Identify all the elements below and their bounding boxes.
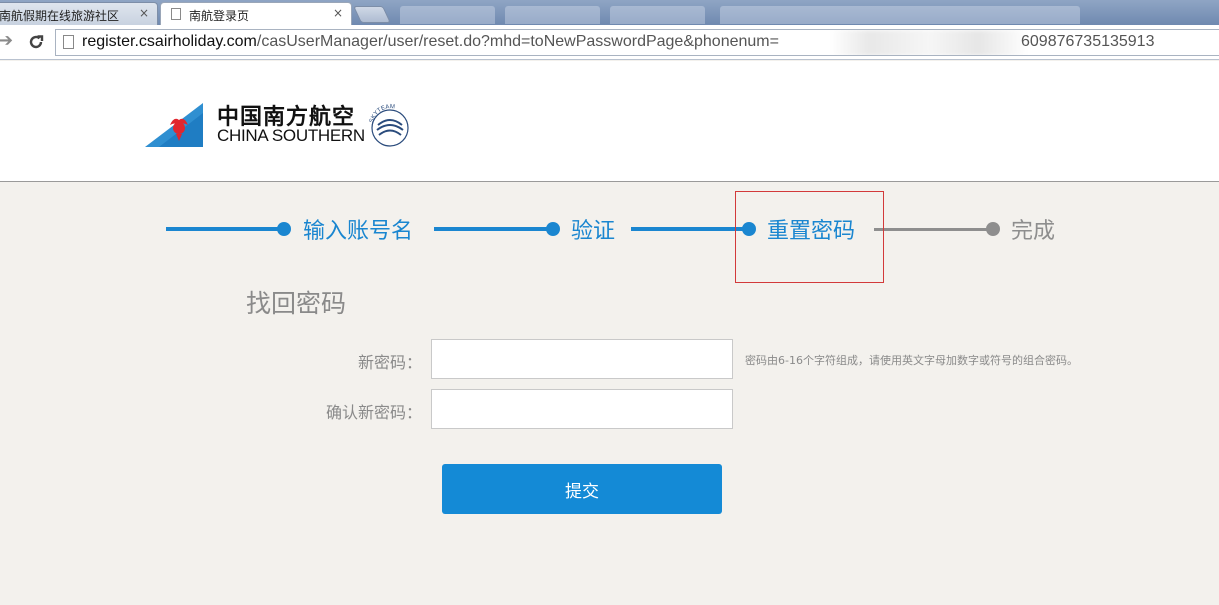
- url-text: register.csairholiday.com/casUserManager…: [82, 33, 779, 50]
- step-dot: [546, 222, 560, 236]
- tab-title: 南航登录页: [189, 9, 250, 23]
- step-enter-account: 输入账号名: [303, 219, 414, 244]
- close-tab-icon[interactable]: ×: [139, 6, 149, 20]
- address-bar[interactable]: register.csairholiday.com/casUserManager…: [55, 29, 1219, 56]
- browser-toolbar: ➔ register.csairholiday.com/casUserManag…: [0, 25, 1219, 60]
- page-icon: [63, 35, 74, 49]
- skyteam-logo-icon: SKYTEAM: [369, 104, 409, 147]
- step-connector: [434, 227, 554, 231]
- current-step-highlight-box: [735, 191, 884, 283]
- background-window-tab: [505, 6, 600, 24]
- china-southern-logo-icon[interactable]: [145, 103, 203, 147]
- password-hint: 密码由6-16个字符组成，请使用英文字母加数字或符号的组合密码。: [745, 354, 1078, 367]
- submit-button[interactable]: 提交: [442, 464, 722, 514]
- step-connector: [874, 228, 992, 231]
- browser-tab-bar: 南航假期在线旅游社区 × 南航登录页 ×: [0, 0, 1219, 25]
- step-verify: 验证: [571, 219, 616, 244]
- background-window-tab: [400, 6, 495, 24]
- tab-csair-login[interactable]: 南航登录页 ×: [160, 2, 352, 25]
- redacted-region: [830, 30, 1028, 55]
- new-password-input[interactable]: [431, 339, 733, 379]
- step-complete: 完成: [1011, 219, 1056, 244]
- forward-arrow-icon[interactable]: ➔: [0, 30, 13, 51]
- form-title: 找回密码: [246, 289, 347, 318]
- tab-csair-holiday[interactable]: 南航假期在线旅游社区 ×: [0, 2, 158, 25]
- background-window-tab: [610, 6, 705, 24]
- step-dot: [986, 222, 1000, 236]
- new-password-label: 新密码：: [357, 353, 422, 372]
- page-icon: [171, 8, 181, 20]
- confirm-password-label: 确认新密码：: [325, 403, 422, 422]
- confirm-password-input[interactable]: [431, 389, 733, 429]
- url-tail-text: 609876735135913: [1021, 33, 1155, 50]
- step-connector: [631, 227, 747, 231]
- tab-title: 南航假期在线旅游社区: [0, 9, 120, 23]
- close-tab-icon[interactable]: ×: [333, 6, 343, 20]
- step-dot: [277, 222, 291, 236]
- step-connector: [166, 227, 284, 231]
- logo-english-text: CHINA SOUTHERN: [217, 126, 365, 145]
- site-header: 中国南方航空 CHINA SOUTHERN SKYTEAM: [0, 61, 1219, 182]
- new-tab-button[interactable]: [353, 6, 391, 23]
- background-window-tab: [720, 6, 1080, 24]
- reload-icon[interactable]: [27, 29, 45, 56]
